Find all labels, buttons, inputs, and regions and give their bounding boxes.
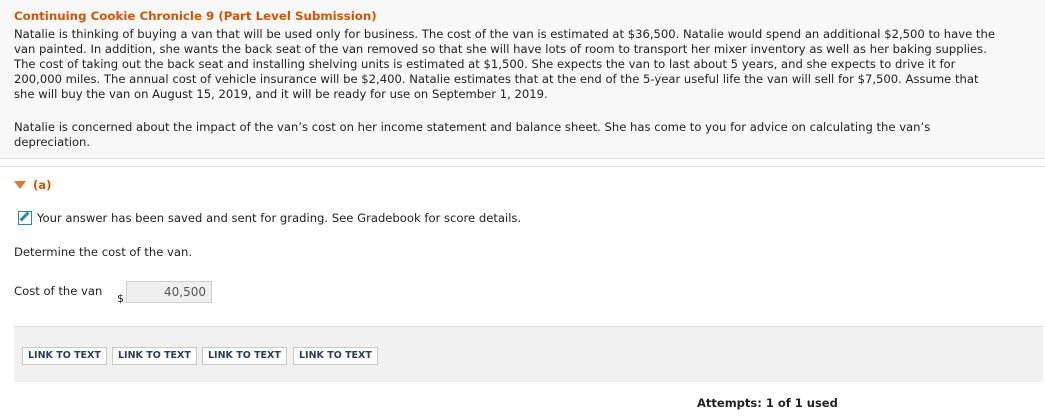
question-text: Determine the cost of the van.: [14, 245, 193, 259]
currency-symbol: $: [117, 292, 124, 305]
saved-message: Your answer has been saved and sent for …: [37, 211, 522, 225]
saved-notice: Your answer has been saved and sent for …: [18, 211, 521, 225]
pencil-icon: [18, 211, 32, 225]
problem-concern: Natalie is concerned about the impact of…: [14, 120, 1024, 150]
problem-panel: Continuing Cookie Chronicle 9 (Part Leve…: [0, 0, 1045, 158]
link-to-text-button[interactable]: LINK TO TEXT: [112, 347, 197, 365]
part-label[interactable]: (a): [33, 178, 51, 192]
link-to-text-button[interactable]: LINK TO TEXT: [202, 347, 287, 365]
problem-line: The cost of taking out the back seat and…: [14, 57, 956, 71]
link-to-text-bar: LINK TO TEXT LINK TO TEXT LINK TO TEXT L…: [14, 326, 1043, 382]
problem-title: Continuing Cookie Chronicle 9 (Part Leve…: [14, 9, 377, 23]
collapse-triangle-icon[interactable]: [14, 181, 26, 189]
problem-line: Natalie is concerned about the impact of…: [14, 120, 931, 134]
problem-line: she will buy the van on August 15, 2019,…: [14, 87, 548, 101]
attempts-counter: Attempts: 1 of 1 used: [697, 396, 838, 410]
problem-line: depreciation.: [14, 135, 91, 149]
cost-of-van-input[interactable]: 40,500: [126, 281, 212, 303]
problem-body: Natalie is thinking of buying a van that…: [14, 27, 1040, 102]
spacer: [0, 159, 1045, 166]
problem-line: Natalie is thinking of buying a van that…: [14, 27, 995, 41]
link-to-text-button[interactable]: LINK TO TEXT: [22, 347, 107, 365]
problem-line: 200,000 miles. The annual cost of vehicl…: [14, 72, 979, 86]
link-to-text-button[interactable]: LINK TO TEXT: [293, 347, 378, 365]
answer-label: Cost of the van: [14, 284, 103, 298]
part-a-toggle[interactable]: (a): [14, 178, 51, 192]
problem-line: van painted. In addition, she wants the …: [14, 42, 987, 56]
